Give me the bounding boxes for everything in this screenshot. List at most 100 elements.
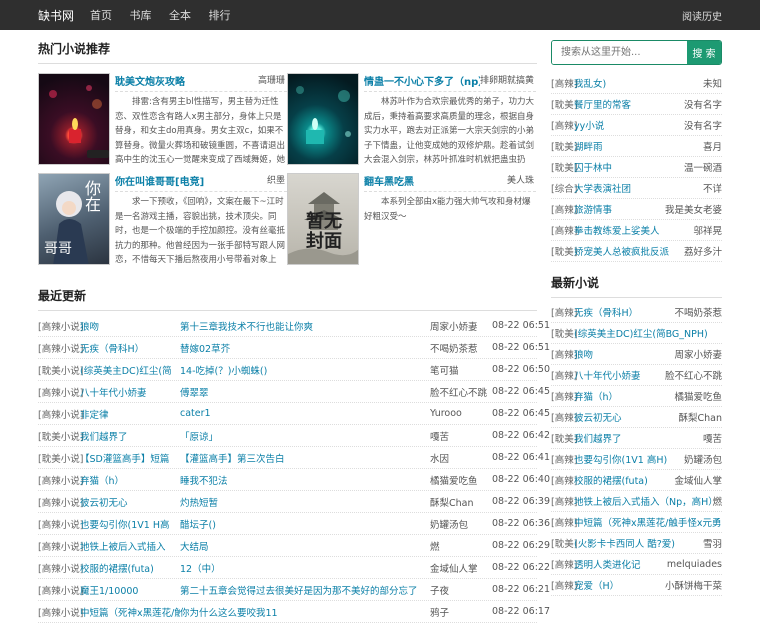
item-category: [耽美] [551, 100, 578, 111]
item-category: [高辣] [551, 413, 578, 424]
row-book-name[interactable]: 也要勾引你(1V1 H高 [80, 517, 180, 531]
row-chapter[interactable]: 醋坛子() [180, 517, 430, 531]
book-title[interactable]: 你在叫谁哥哥[电竞] [115, 173, 204, 188]
row-chapter[interactable]: 灼热短暂 [180, 495, 430, 509]
item-book-name[interactable]: 囚于林中 [574, 160, 684, 174]
list-item: [高辣] 地铁上被后入式插入（Np，高H）燃 [551, 491, 722, 512]
row-book-name[interactable]: 中短篇（死神x黑莲花/触 [80, 605, 180, 619]
row-chapter[interactable]: 【灌篮高手】第三次告白 [180, 451, 430, 465]
item-book-name[interactable]: 也要勾引你(1V1 高H) [574, 452, 684, 466]
row-chapter[interactable]: 你为什么这么要咬我11 [180, 605, 430, 619]
item-book-name[interactable]: 餐厅里的常客 [574, 97, 684, 111]
item-book-name[interactable]: (综英美主DC)红尘(简BG_NPH) [574, 326, 722, 340]
row-book-name[interactable]: 无疾（骨科H） [80, 341, 180, 355]
row-book-name[interactable]: 彼云初无心 [80, 495, 180, 509]
row-category: [高辣小说] [38, 607, 84, 619]
item-book-name[interactable]: 我乱女) [574, 76, 703, 90]
nav-library[interactable]: 书库 [130, 9, 152, 22]
item-book-name[interactable]: 狼吻 [574, 347, 674, 361]
item-book-name[interactable]: 我们越界了 [574, 431, 703, 445]
item-book-name[interactable]: 地铁上被后入式插入（Np，高H） [574, 494, 712, 508]
item-book-name[interactable]: 无疾（骨科H） [574, 305, 674, 319]
row-book-name[interactable]: 地铁上被后入式插入 [80, 539, 180, 553]
row-book-name[interactable]: 校服的裙摆(futa) [80, 561, 180, 575]
item-book-name[interactable]: 旅游情事 [574, 202, 665, 216]
book-title[interactable]: 翻车黑吃黑 [364, 173, 414, 188]
hot-book: 你在 哥哥 你在叫谁哥哥[电竞] 织墨 求一下预收，《回响》，文案在最下~江时是… [38, 173, 287, 273]
item-book-name[interactable]: 透明人类进化记 [574, 557, 667, 571]
row-chapter[interactable]: 睡我不犯法 [180, 473, 430, 487]
table-row: [高辣小说] 中短篇（死神x黑莲花/触 你为什么这么要咬我11 鸦子 08-22 06:… [38, 601, 550, 623]
nav-ranking[interactable]: 排行 [209, 9, 231, 22]
item-category: [高辣] [551, 518, 578, 529]
item-author: 嘎苦 [702, 434, 722, 445]
list-item: [高辣] yy小说 没有名字 [551, 115, 722, 136]
row-book-name[interactable]: 弃猫（h） [80, 473, 180, 487]
row-chapter[interactable]: 替嫁02草芥 [180, 341, 430, 355]
row-category: [耽美小说] [38, 431, 84, 443]
nav-home[interactable]: 首页 [90, 9, 112, 22]
item-category: [高辣] [551, 308, 578, 319]
row-book-name[interactable]: 八十年代小娇妻 [80, 385, 180, 399]
item-book-name[interactable]: 拳击教练爱上娑美人 [574, 223, 693, 237]
row-chapter[interactable]: 第十三章我技术不行也能让你爽 [180, 319, 430, 333]
item-book-name[interactable]: 湖畔雨 [574, 139, 703, 153]
book-cover[interactable]: 你在 哥哥 [38, 173, 110, 265]
item-book-name[interactable]: 宠爱（H） [574, 578, 665, 592]
item-book-name[interactable]: 弃猫（h） [574, 389, 674, 403]
row-chapter[interactable]: 12（中） [180, 561, 430, 575]
book-cover[interactable] [38, 73, 110, 165]
list-item: [高辣] 中短篇（死神x黑莲花/触手怪x元勇 [551, 512, 722, 533]
item-author: 小酥饼梅干菜 [664, 581, 722, 592]
row-book-name[interactable]: 【SD灌篮高手】短篇 [80, 451, 180, 465]
book-title[interactable]: 耽美文炮灰攻略 [115, 73, 185, 88]
list-item: [耽美] 餐厅里的常客 没有名字 [551, 94, 722, 115]
cover-placeholder-text: 暂无封面 [306, 211, 342, 252]
row-book-name[interactable]: 狼吻 [80, 319, 180, 333]
item-book-name[interactable]: (火影卡卡西同人 酷?爱) [574, 536, 703, 550]
row-chapter[interactable]: 14-吃掉(？)小蜘蛛() [180, 363, 430, 377]
item-book-name[interactable]: 娇宠美人总被疯批反派 [574, 244, 684, 258]
book-title[interactable]: 情蛊一不小心下多了（np） [364, 73, 480, 88]
item-book-name[interactable]: 大学表演社团 [574, 181, 703, 195]
item-book-name[interactable]: 八十年代小娇妻 [574, 368, 665, 382]
item-author: melquiades [666, 558, 722, 570]
item-book-name[interactable]: 校服的裙摆(futa) [574, 473, 674, 487]
row-author: 燃 [430, 541, 440, 553]
row-author: 嘎苦 [430, 431, 450, 443]
row-chapter[interactable]: 大结局 [180, 539, 430, 553]
nav-completed[interactable]: 全本 [169, 9, 191, 22]
reading-history-link[interactable]: 阅读历史 [682, 8, 722, 23]
table-row: [高辣小说] 校服的裙摆(futa) 12（中） 金域仙人掌 08-22 06:22 [38, 557, 550, 579]
book-cover[interactable] [287, 73, 359, 165]
recent-update-list: [高辣小说] 狼吻 第十三章我技术不行也能让你爽 周家小娇妻 08-22 06:51 [高… [38, 315, 550, 623]
row-chapter[interactable]: 傅翠翠 [180, 385, 430, 399]
row-book-name[interactable]: (综英美主DC)红尘(简 [80, 363, 180, 377]
table-row: [耽美小说] (综英美主DC)红尘(简 14-吃掉(？)小蜘蛛() 笔可猫 08-22 … [38, 359, 550, 381]
row-book-name[interactable]: 非定律 [80, 407, 180, 421]
list-item: [耽美] (火影卡卡西同人 酷?爱) 雪羽 [551, 533, 722, 554]
item-category: [高辣] [551, 350, 578, 361]
item-category: [高辣] [551, 371, 578, 382]
table-row: [高辣小说] 无疾（骨科H） 替嫁02草芥 不喝奶茶惹 08-22 06:51 [38, 337, 550, 359]
item-author: 脸不红心不跳 [664, 371, 722, 382]
row-chapter[interactable]: 第二十五章会觉得过去很美好是因为那不美好的部分忘了 [180, 583, 430, 597]
row-time: 08-22 06:29 [492, 540, 551, 551]
site-logo[interactable]: 缺书网 [38, 7, 74, 24]
book-cover[interactable]: 暂无封面 [287, 173, 359, 265]
row-chapter[interactable]: 「原谅」 [180, 429, 430, 443]
row-book-name[interactable]: 魔王1/10000 [80, 583, 180, 597]
item-author: 周家小娇妻 [674, 350, 722, 361]
search-input[interactable] [552, 41, 687, 64]
item-book-name[interactable]: 中短篇（死神x黑莲花/触手怪x元勇 [574, 515, 722, 529]
list-item: [高辣] 拳击教练爱上娑美人 邬祥晃 [551, 220, 722, 241]
item-author: 雪羽 [702, 539, 722, 550]
item-book-name[interactable]: 彼云初无心 [574, 410, 679, 424]
newest-section: 最新小说 [高辣] 无疾（骨科H） 不喝奶茶惹 [耽美] (综英美主DC)红尘(简BG_… [551, 274, 722, 596]
row-author: 水因 [430, 453, 450, 465]
item-category: [高辣] [551, 476, 578, 487]
search-button[interactable]: 搜 索 [687, 41, 721, 64]
row-book-name[interactable]: 我们越界了 [80, 429, 180, 443]
row-chapter[interactable]: cater1 [180, 408, 430, 419]
item-book-name[interactable]: yy小说 [574, 118, 684, 132]
